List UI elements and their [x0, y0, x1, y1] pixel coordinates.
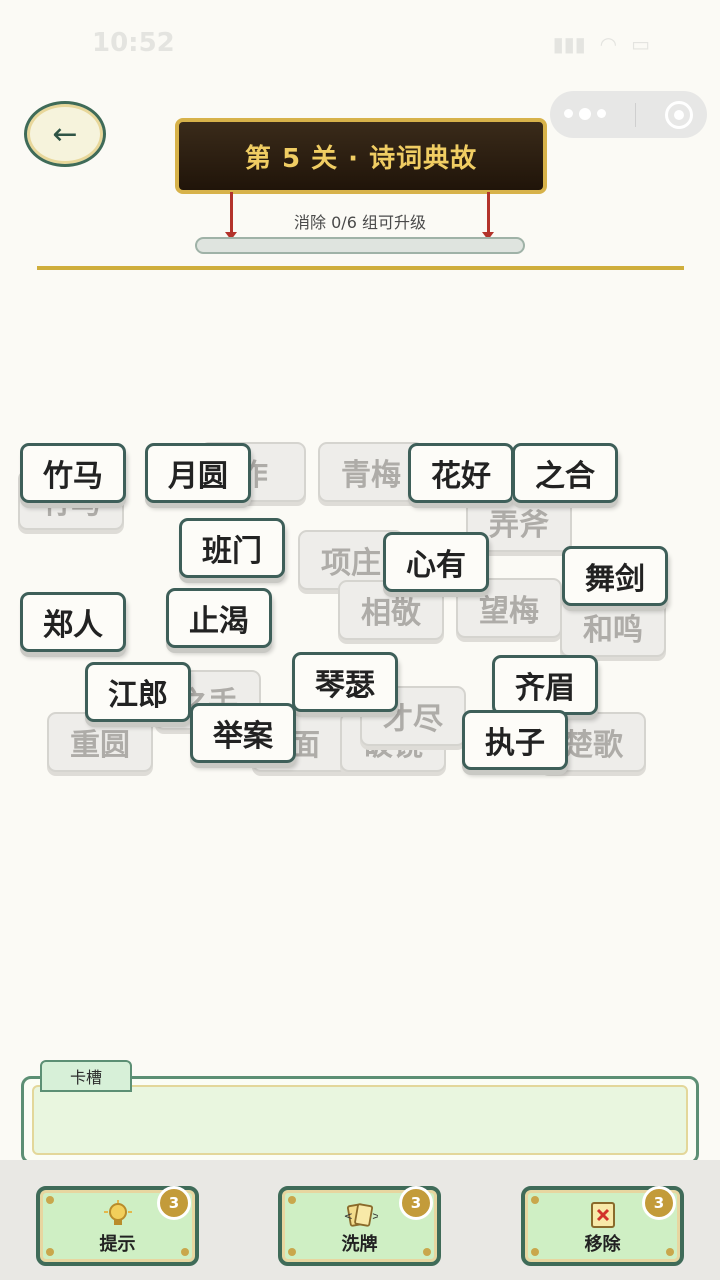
hint-button[interactable]: 提示 3 — [36, 1186, 199, 1266]
signal-icon: ▮▮▮ — [552, 32, 586, 56]
card-slot-area — [32, 1085, 688, 1155]
word-tile[interactable]: 执子 — [462, 710, 568, 770]
word-tile[interactable]: 竹马 — [20, 443, 126, 503]
covered-tile: 和鸣 — [560, 597, 666, 657]
shuffle-count-badge: 3 — [399, 1186, 433, 1220]
word-tile[interactable]: 班门 — [179, 518, 285, 578]
back-button[interactable]: ← — [24, 101, 106, 167]
word-tile[interactable]: 止渴 — [166, 588, 272, 648]
remove-button[interactable]: 移除 3 — [521, 1186, 684, 1266]
word-tile[interactable]: 郑人 — [20, 592, 126, 652]
word-tile[interactable]: 之合 — [512, 443, 618, 503]
progress-bar — [195, 237, 525, 254]
close-target-icon[interactable] — [664, 100, 693, 129]
battery-icon: ▭ — [631, 32, 650, 56]
lightbulb-icon — [100, 1200, 136, 1230]
hint-count-badge: 3 — [157, 1186, 191, 1220]
wifi-icon: ◠ — [599, 32, 618, 56]
word-tile[interactable]: 花好 — [408, 443, 514, 503]
header-divider — [37, 266, 684, 270]
remove-count-badge: 3 — [642, 1186, 676, 1220]
svg-text:>: > — [371, 1210, 377, 1223]
svg-text:<: < — [343, 1210, 352, 1223]
progress-text: 消除 0/6 组可升级 — [294, 213, 426, 232]
status-bar: 10:52 ▮▮▮ ◠ ▭ — [0, 0, 720, 80]
capsule-divider — [634, 102, 636, 127]
shuffle-button[interactable]: < > 洗牌 3 — [278, 1186, 441, 1266]
status-icons: ▮▮▮ ◠ ▭ — [553, 32, 650, 56]
word-tile[interactable]: 举案 — [190, 703, 296, 763]
cards-icon: < > — [342, 1200, 378, 1230]
arrow-left-icon: ← — [52, 116, 78, 152]
card-slot-label: 卡槽 — [40, 1060, 132, 1092]
more-icon[interactable] — [564, 108, 607, 120]
level-banner: 第 5 关 · 诗词典故 — [175, 118, 547, 194]
hint-label: 提示 — [99, 1234, 136, 1255]
word-tile[interactable]: 江郎 — [85, 662, 191, 722]
word-tile[interactable]: 舞剑 — [562, 546, 668, 606]
remove-x-icon — [585, 1200, 621, 1230]
word-tile[interactable]: 心有 — [383, 532, 489, 592]
level-title: 第 5 关 · 诗词典故 — [244, 143, 478, 174]
status-time: 10:52 — [92, 28, 175, 58]
miniprogram-capsule — [550, 91, 707, 138]
remove-label: 移除 — [584, 1234, 621, 1255]
word-tile[interactable]: 琴瑟 — [292, 652, 398, 712]
word-tile[interactable]: 齐眉 — [492, 655, 598, 715]
word-tile[interactable]: 月圆 — [145, 443, 251, 503]
shuffle-label: 洗牌 — [341, 1234, 378, 1255]
